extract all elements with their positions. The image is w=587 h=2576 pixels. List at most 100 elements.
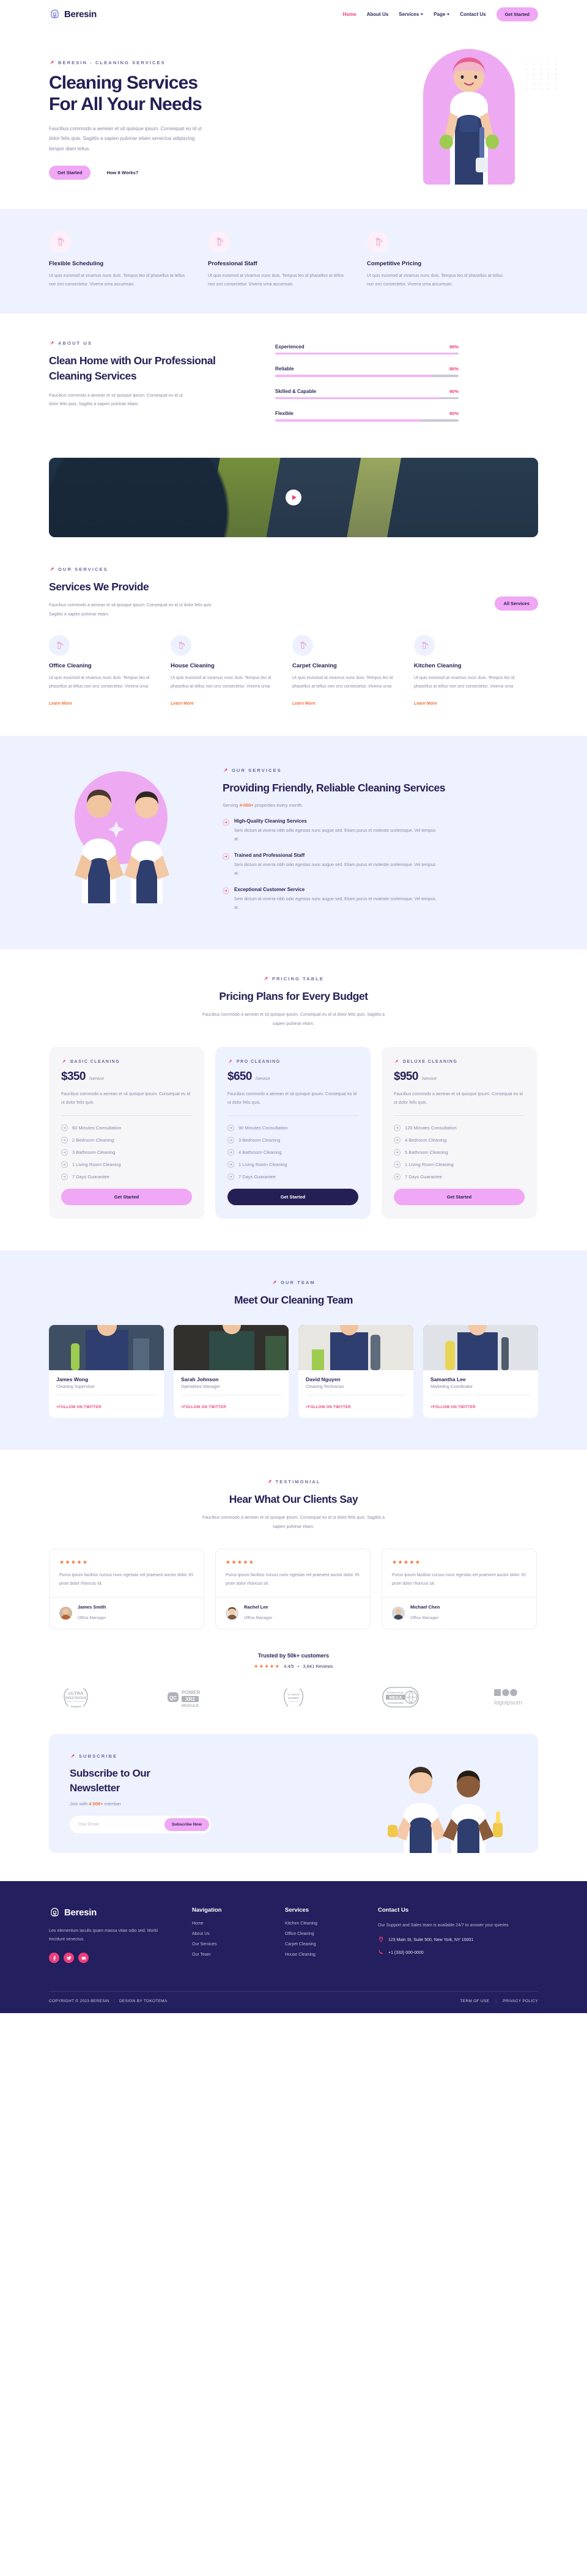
brand-logo[interactable]: Beresin — [49, 9, 97, 20]
chevron-down-icon — [421, 13, 424, 15]
footer-terms-link[interactable]: TERM OF USE — [460, 1999, 489, 2003]
footer-service-link-house[interactable]: House Cleaning — [285, 1953, 357, 1957]
broom-icon — [227, 1059, 233, 1065]
plan-name: BASIC CLEANING — [70, 1060, 120, 1065]
footer-contact-text: Our Support and Sales team is available … — [378, 1923, 509, 1928]
nav-item-home[interactable]: Home — [342, 12, 356, 17]
pricing-card-basic: BASIC CLEANING $350/service Faucibus com… — [49, 1047, 204, 1219]
plan-feature-label: 1 Living Room Cleaning — [238, 1161, 287, 1167]
nav-item-page[interactable]: Page — [434, 11, 450, 17]
international-mega-standard-logo: INTERNATIONAL MEGA STANDARD — [382, 1687, 419, 1708]
newsletter-join-line: Join with 4 000+ member — [70, 1801, 253, 1807]
broom-icon — [267, 1479, 272, 1484]
plan-get-started-button[interactable]: Get Started — [394, 1189, 525, 1206]
nav-item-contact-us[interactable]: Contact Us — [460, 12, 485, 17]
plan-get-started-button[interactable]: Get Started — [61, 1189, 192, 1206]
nav-label: About Us — [366, 11, 389, 17]
all-services-button[interactable]: All Services — [495, 596, 538, 611]
team-member-card: Samantha Lee Marketing Coordinator +FOLL… — [423, 1325, 538, 1418]
header-get-started-button[interactable]: Get Started — [496, 7, 538, 21]
rating-stars-icon: ★★★★★ — [392, 1559, 421, 1566]
chevron-down-icon — [447, 13, 450, 15]
testimonial-author: Rachel Lee — [244, 1604, 268, 1610]
subscribe-now-button[interactable]: Subscribe Now — [164, 1818, 209, 1832]
services-subtitle: Faucibus commodo a aenean et sit quisque… — [49, 603, 213, 617]
footer-logo[interactable]: Beresin — [49, 1907, 171, 1918]
footer-bottom-bar: COPYRIGHT © 2023 BERESIN | DESIGN BY TOK… — [49, 1991, 538, 2013]
service-learn-more-link[interactable]: Learn More — [171, 702, 194, 706]
nav-item-services[interactable]: Services — [399, 11, 424, 17]
service-card[interactable]: Kitchen Cleaning Ut quis euismod at viva… — [414, 635, 525, 708]
plan-feature-list: 90 Minutes Consultation 3 Bedroom Cleani… — [227, 1124, 358, 1181]
svg-text:POWER: POWER — [182, 1690, 200, 1695]
testimonial-role: Office Manager — [410, 1616, 439, 1621]
rating-stars-icon: ★★★★★ — [254, 1664, 281, 1670]
feature-title: Professional Staff — [208, 260, 257, 267]
providing-copy: OUR SERVICES Providing Friendly, Reliabl… — [223, 760, 485, 921]
team-follow-link[interactable]: +FOLLOW ON TWITTER — [430, 1406, 476, 1409]
service-learn-more-link[interactable]: Learn More — [292, 702, 316, 706]
hero-how-it-works-link[interactable]: How It Works? — [106, 170, 138, 175]
plan-description: Faucibus commodo a aenean et sit quisque… — [227, 1090, 358, 1117]
team-member-role: Operations Manager — [181, 1385, 281, 1396]
youtube-icon[interactable] — [78, 1953, 89, 1964]
footer-service-link-kitchen[interactable]: Kitchen Cleaning — [285, 1921, 357, 1926]
providing-title: Providing Friendly, Reliable Cleaning Se… — [223, 782, 446, 794]
newsletter-form[interactable]: Subscribe Now — [70, 1816, 212, 1834]
arrow-right-icon — [394, 1125, 401, 1132]
team-member-role: Cleaning Technician — [306, 1385, 406, 1396]
footer-nav-link-about-us[interactable]: About Us — [192, 1932, 264, 1936]
skill-progress-fill — [275, 352, 455, 355]
footer-service-link-office[interactable]: Office Cleaning — [285, 1932, 357, 1936]
footer-privacy-link[interactable]: PRIVACY POLICY — [503, 1999, 538, 2003]
providing-eyebrow-label: OUR SERVICES — [232, 768, 282, 774]
team-follow-link[interactable]: +FOLLOW ON TWITTER — [56, 1406, 102, 1409]
plan-get-started-button[interactable]: Get Started — [227, 1189, 358, 1206]
main-nav: Home About Us Services Page Contact Us G… — [342, 7, 538, 21]
footer-nav-link-home[interactable]: Home — [192, 1921, 264, 1926]
plan-feature: 4 Bathroom Cleaning — [227, 1148, 358, 1156]
service-card[interactable]: Carpet Cleaning Ut quis euismod at vivam… — [292, 635, 403, 708]
service-learn-more-link[interactable]: Learn More — [49, 702, 72, 706]
team-member-photo — [49, 1325, 164, 1371]
arrow-right-icon — [61, 1137, 68, 1144]
footer-nav-link-our-team[interactable]: Our Team — [192, 1953, 264, 1957]
footer-nav-link-our-services[interactable]: Our Services — [192, 1942, 264, 1947]
pricing-card-deluxe: DELUXE CLEANING $950/service Faucibus co… — [382, 1047, 537, 1219]
plan-feature: 90 Minutes Consultation — [227, 1124, 358, 1132]
hero-get-started-button[interactable]: Get Started — [49, 165, 91, 180]
testimonial-author: Michael Chen — [410, 1604, 440, 1610]
footer-service-link-carpet[interactable]: Carpet Cleaning — [285, 1942, 357, 1947]
plan-feature: 3 Bedroom Cleaning — [227, 1136, 358, 1144]
hero-paragraph: Faucibus commodo a aenean et sit quisque… — [49, 125, 202, 152]
plan-feature: 3 Bathroom Cleaning — [61, 1148, 192, 1156]
plan-feature-label: 1 Living Room Cleaning — [72, 1161, 121, 1167]
email-input[interactable] — [78, 1822, 164, 1827]
arrow-right-icon — [223, 887, 229, 895]
video-thumbnail[interactable] — [49, 457, 538, 537]
plan-feature-label: 5 Bathroom Cleaning — [405, 1149, 448, 1155]
testimonial-grid: ★★★★★ Purus ipsum facilisis cursus nunc … — [49, 1549, 538, 1630]
service-learn-more-link[interactable]: Learn More — [414, 702, 437, 706]
service-card[interactable]: Office Cleaning Ut quis euismod at vivam… — [49, 635, 160, 708]
plan-price: $950 — [394, 1070, 418, 1084]
team-follow-link[interactable]: +FOLLOW ON TWITTER — [181, 1406, 226, 1409]
service-card[interactable]: House Cleaning Ut quis euismod at vivamu… — [171, 635, 281, 708]
nav-label: Services — [399, 11, 419, 17]
rating-separator: • — [297, 1664, 300, 1670]
skill-row: Skilled & Capable 90% — [275, 389, 459, 400]
plan-feature: 120 Minutes Consultation — [394, 1124, 525, 1132]
nav-label: Page — [434, 11, 446, 17]
arrow-right-icon — [223, 819, 229, 826]
team-follow-link[interactable]: +FOLLOW ON TWITTER — [306, 1406, 351, 1409]
twitter-icon[interactable] — [64, 1953, 74, 1964]
nav-item-about-us[interactable]: About Us — [367, 12, 389, 17]
svg-text:ULTIMATE: ULTIMATE — [287, 1693, 300, 1696]
svg-text:STANDARD: STANDARD — [388, 1701, 404, 1704]
team-member-name: James Wong — [56, 1376, 89, 1383]
play-icon[interactable] — [286, 489, 301, 505]
providing-point-title: Exceptional Customer Service — [234, 887, 305, 893]
providing-point-title: High-Quality Cleaning Services — [234, 818, 307, 824]
skill-progress-fill — [275, 397, 440, 400]
facebook-icon[interactable] — [49, 1953, 59, 1964]
